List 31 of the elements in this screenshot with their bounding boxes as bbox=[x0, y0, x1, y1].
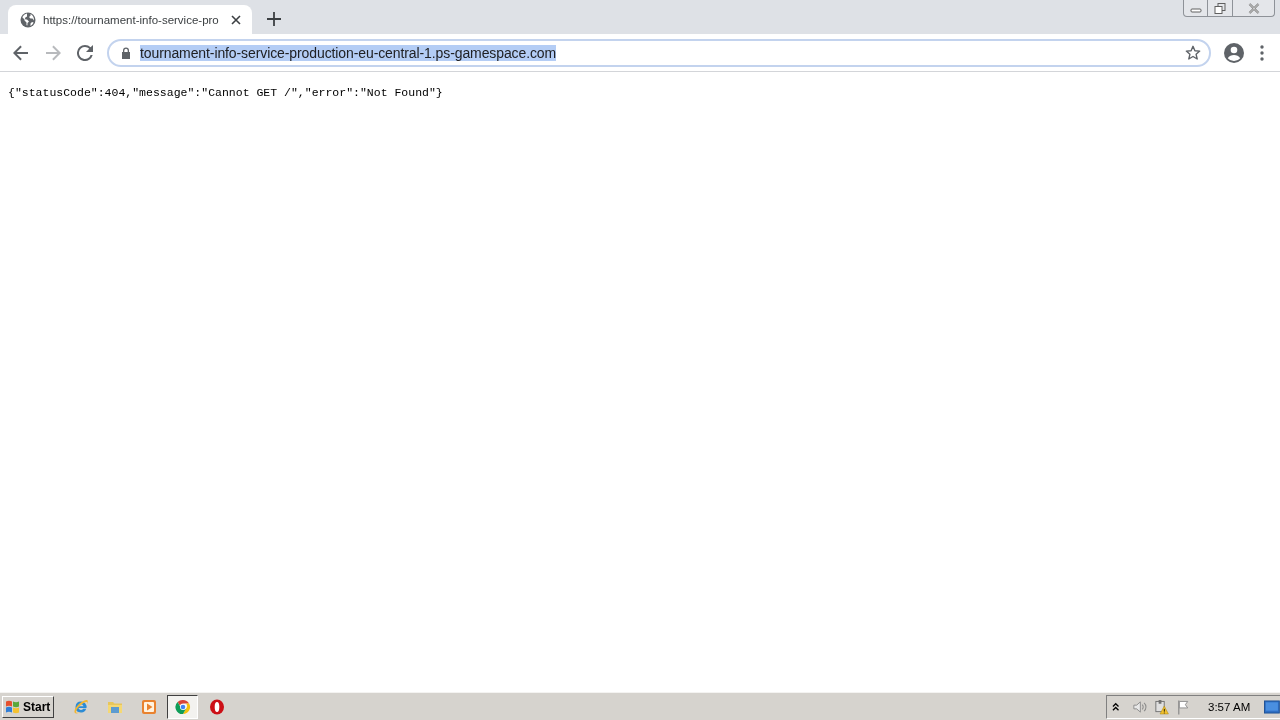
close-icon bbox=[231, 14, 241, 25]
windows-logo-icon bbox=[5, 699, 21, 714]
back-arrow-icon bbox=[13, 44, 29, 61]
reload-icon bbox=[77, 44, 93, 61]
json-response-text: {"statusCode":404,"message":"Cannot GET /","error":"Not Found"} bbox=[8, 86, 443, 99]
address-bar[interactable]: tournament-info-service-production-eu-central-1.ps-gamespace.com bbox=[107, 38, 1211, 67]
chevron-up-icon[interactable] bbox=[1112, 701, 1120, 712]
network-warning-icon[interactable] bbox=[1154, 698, 1170, 715]
taskbar-button[interactable] bbox=[167, 694, 198, 719]
clock[interactable]: 3:57 AM bbox=[1208, 700, 1251, 713]
lock-icon bbox=[121, 46, 131, 59]
restore-button[interactable] bbox=[1208, 0, 1233, 17]
o-logo-icon bbox=[208, 698, 225, 715]
person-icon bbox=[1222, 40, 1246, 65]
star-icon bbox=[1185, 44, 1201, 61]
globe-icon bbox=[20, 11, 36, 28]
profile-button[interactable] bbox=[1222, 40, 1246, 65]
play-icon bbox=[140, 698, 157, 715]
circle-logo-icon bbox=[174, 698, 191, 715]
restore-icon bbox=[1214, 2, 1226, 14]
close-icon bbox=[1247, 2, 1260, 14]
url-text: tournament-info-service-production-eu-central-1.ps-gamespace.com bbox=[140, 44, 557, 61]
bookmark-star-button[interactable] bbox=[1184, 43, 1202, 62]
e-logo-icon bbox=[72, 698, 89, 715]
forward-arrow-icon bbox=[45, 44, 61, 61]
plus-icon bbox=[267, 12, 281, 26]
flag-icon[interactable] bbox=[1176, 698, 1191, 715]
monitor-icon[interactable] bbox=[1264, 699, 1280, 714]
browser-tab[interactable]: https://tournament-info-service-pro bbox=[8, 5, 252, 34]
menu-icon bbox=[1260, 44, 1264, 61]
start-button[interactable]: Start bbox=[2, 695, 54, 718]
